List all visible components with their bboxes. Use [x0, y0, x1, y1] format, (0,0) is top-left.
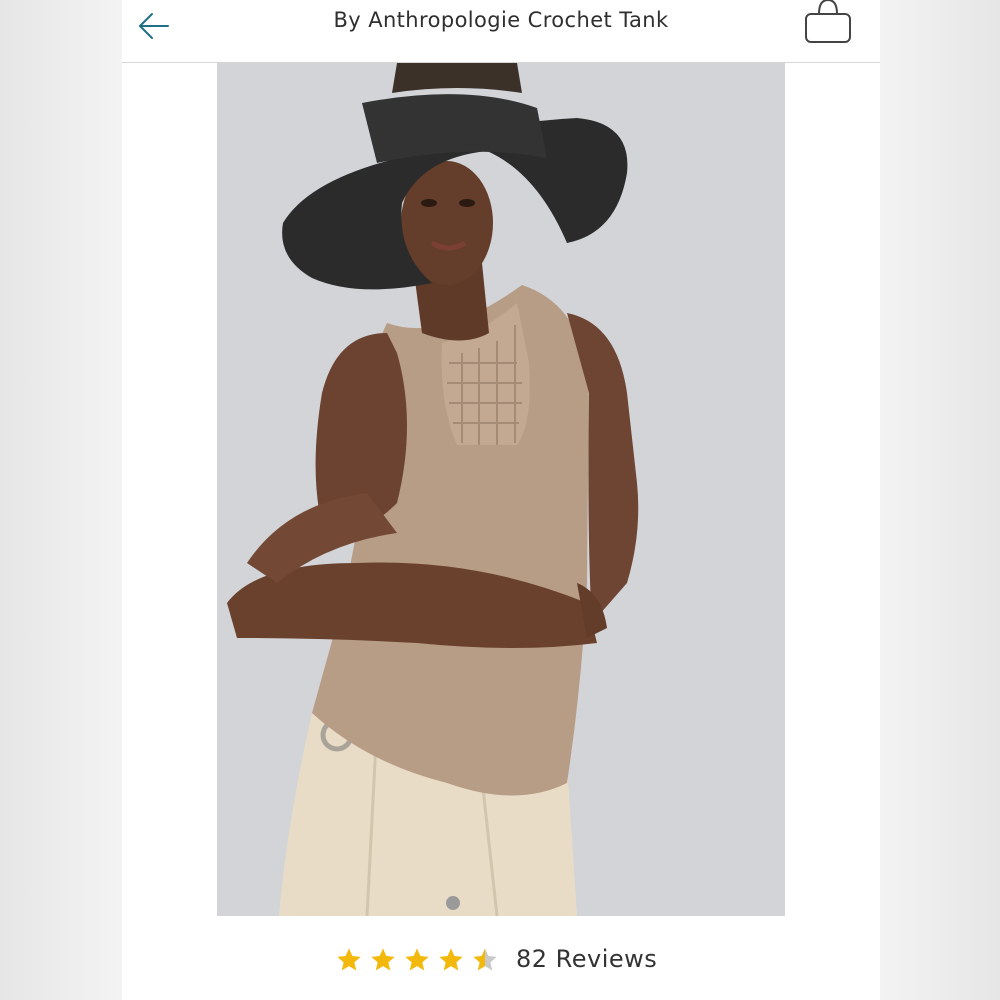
shopping-bag-button[interactable]	[802, 0, 854, 46]
left-margin	[0, 0, 122, 1000]
star-rating	[335, 946, 499, 974]
star-icon	[337, 948, 361, 971]
arrow-left-icon	[139, 13, 169, 39]
shopping-bag-icon	[805, 0, 851, 43]
product-screen: By Anthropologie Crochet Tank 82 Reviews	[122, 0, 880, 1000]
page-title: By Anthropologie Crochet Tank	[333, 8, 669, 32]
top-bar: By Anthropologie Crochet Tank	[122, 0, 880, 63]
right-margin	[880, 0, 1000, 1000]
product-photo[interactable]	[217, 63, 785, 916]
back-button[interactable]	[134, 6, 174, 46]
star-icon	[371, 948, 395, 971]
reviews-count-link[interactable]: 82 Reviews	[516, 942, 657, 976]
half-star-icon	[473, 948, 497, 971]
star-icon	[405, 948, 429, 971]
rating-row: 82 Reviews	[122, 938, 880, 982]
star-icon	[439, 948, 463, 971]
